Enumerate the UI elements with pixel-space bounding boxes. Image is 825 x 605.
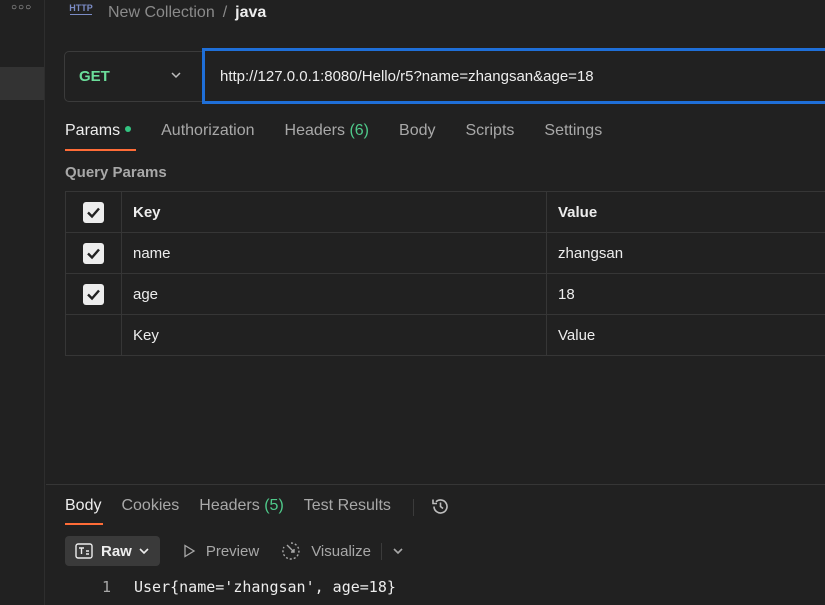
param-key-cell[interactable]: age (121, 273, 547, 315)
table-row: age 18 (65, 273, 825, 315)
table-row: name zhangsan (65, 232, 825, 274)
tab-params[interactable]: Params (65, 122, 137, 152)
chevron-down-icon (171, 72, 181, 79)
check-icon (87, 248, 100, 259)
visualize-button[interactable]: Visualize (281, 541, 371, 561)
preview-button[interactable]: Preview (182, 543, 259, 560)
response-tab-headers[interactable]: Headers (5) (199, 497, 284, 527)
key-column-header: Key (121, 191, 547, 233)
tab-separator (412, 499, 414, 516)
breadcrumb-request-name[interactable]: java (235, 4, 266, 22)
more-options-icon[interactable]: ○○○ (11, 2, 32, 13)
breadcrumb-collection[interactable]: New Collection (108, 4, 215, 22)
tab-authorization[interactable]: Authorization (161, 122, 254, 152)
headers-count: (6) (349, 122, 370, 139)
chevron-down-icon[interactable] (392, 545, 404, 557)
format-separator (380, 542, 382, 560)
param-key-cell[interactable]: name (121, 232, 547, 274)
chevron-down-icon (139, 548, 149, 555)
response-tab-cookies[interactable]: Cookies (121, 497, 179, 527)
response-tab-test-results[interactable]: Test Results (304, 497, 391, 527)
response-tabs: Body Cookies Headers (5) Test Results (65, 497, 451, 527)
response-divider[interactable] (46, 484, 825, 485)
tab-settings[interactable]: Settings (544, 122, 602, 152)
check-icon (87, 207, 100, 218)
new-value-input[interactable]: Value (546, 314, 825, 356)
row-check-cell (65, 314, 122, 356)
row-checkbox[interactable] (83, 283, 104, 305)
row-checkbox[interactable] (83, 242, 104, 264)
check-icon (87, 289, 100, 300)
table-row-empty: Key Value (65, 314, 825, 356)
response-body-text[interactable]: User{name='zhangsan', age=18} (134, 578, 396, 596)
url-text: http://127.0.0.1:8080/Hello/r5?name=zhan… (220, 67, 594, 85)
params-active-dot-icon (125, 125, 132, 132)
url-input[interactable]: http://127.0.0.1:8080/Hello/r5?name=zhan… (202, 48, 825, 104)
tab-headers[interactable]: Headers (6) (285, 122, 370, 152)
new-key-input[interactable]: Key (121, 314, 547, 356)
http-icon: HTTP (69, 3, 93, 15)
method-select[interactable]: GET (64, 51, 202, 102)
text-format-icon (75, 543, 93, 559)
table-header-row: Key Value (65, 191, 825, 233)
format-raw-label: Raw (101, 542, 132, 560)
format-select-raw[interactable]: Raw (65, 536, 160, 566)
line-number: 1 (102, 578, 112, 596)
tab-body[interactable]: Body (399, 122, 435, 152)
response-format-bar: Raw Preview Visualize (65, 536, 404, 566)
left-sidebar: ○○○ (0, 0, 45, 605)
row-check-cell[interactable] (65, 273, 122, 315)
sidebar-selected-item[interactable] (0, 67, 44, 100)
play-icon (184, 544, 196, 558)
breadcrumb-separator: / (222, 4, 228, 21)
param-value-cell[interactable]: 18 (546, 273, 825, 315)
response-body-line: 1 User{name='zhangsan', age=18} (102, 578, 396, 596)
response-tab-body[interactable]: Body (65, 497, 104, 527)
response-headers-count: (5) (264, 497, 284, 514)
select-all-checkbox[interactable] (83, 201, 104, 223)
query-params-title: Query Params (65, 164, 167, 181)
request-tabs: Params Authorization Headers (6) Body Sc… (65, 122, 632, 152)
row-check-cell[interactable] (65, 232, 122, 274)
breadcrumb: HTTP New Collection / java (69, 3, 266, 23)
select-all-cell[interactable] (65, 191, 122, 233)
param-value-cell[interactable]: zhangsan (546, 232, 825, 274)
method-label: GET (79, 68, 110, 85)
history-icon[interactable] (430, 496, 451, 517)
query-params-table: Key Value name zhangsan age 18 Key Value (65, 191, 825, 356)
tab-scripts[interactable]: Scripts (465, 122, 514, 152)
visualize-icon (282, 542, 300, 560)
value-column-header: Value (546, 191, 825, 233)
